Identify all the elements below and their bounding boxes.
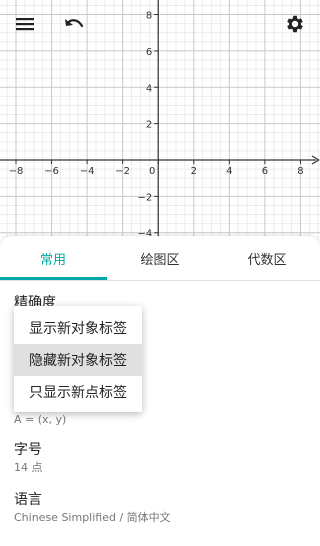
x-tick-label: 0 [149, 166, 155, 177]
graphics-view[interactable]: −8 −6 −4 −2 0 2 4 6 8 8 6 4 2 −2 −4 [0, 0, 320, 240]
y-tick-label: −2 [137, 192, 152, 203]
x-tick-label: −2 [115, 166, 130, 177]
y-tick-label: 8 [146, 11, 152, 22]
popup-item-points-only-labels[interactable]: 只显示新点标签 [14, 376, 142, 408]
setting-labeling[interactable]: A = (x, y) [14, 411, 304, 427]
coordinate-grid[interactable]: −8 −6 −4 −2 0 2 4 6 88642−2−4 [0, 0, 320, 240]
popup-item-show-new-labels[interactable]: 显示新对象标签 [14, 312, 142, 344]
tab-graphics[interactable]: 绘图区 [107, 236, 213, 280]
tab-general[interactable]: 常用 [0, 236, 106, 280]
undo-icon [65, 19, 84, 28]
tab-divider [0, 280, 320, 281]
setting-language-value: Chinese Simplified / 简体中文 [14, 511, 171, 524]
setting-labeling-value: A = (x, y) [14, 413, 67, 426]
x-tick-label: −8 [9, 166, 24, 177]
setting-font-size[interactable]: 字号 14 点 [14, 441, 304, 475]
x-tick-label: 8 [297, 166, 303, 177]
hamburger-menu-icon [16, 18, 34, 31]
popup-item-hide-new-labels[interactable]: 隐藏新对象标签 [14, 344, 142, 376]
y-tick-label: 6 [146, 47, 152, 58]
x-tick-label: −6 [44, 166, 59, 177]
setting-font-size-value: 14 点 [14, 461, 43, 474]
setting-language[interactable]: 语言 Chinese Simplified / 简体中文 [14, 491, 304, 525]
labeling-popup-menu: 显示新对象标签 隐藏新对象标签 只显示新点标签 [14, 306, 142, 412]
settings-button[interactable] [281, 10, 309, 38]
y-tick-label: 4 [146, 83, 152, 94]
tab-algebra[interactable]: 代数区 [214, 236, 320, 280]
x-tick-label: 4 [226, 166, 232, 177]
y-tick-label: 2 [146, 120, 152, 131]
undo-button[interactable] [60, 10, 88, 38]
setting-language-title: 语言 [14, 492, 42, 508]
settings-tabs: 常用 绘图区 代数区 [0, 236, 320, 280]
setting-font-size-title: 字号 [14, 442, 42, 458]
menu-button[interactable] [11, 10, 39, 38]
x-tick-label: −4 [80, 166, 95, 177]
gear-icon [287, 15, 303, 33]
x-tick-label: 6 [262, 166, 268, 177]
x-tick-label: 2 [191, 166, 197, 177]
